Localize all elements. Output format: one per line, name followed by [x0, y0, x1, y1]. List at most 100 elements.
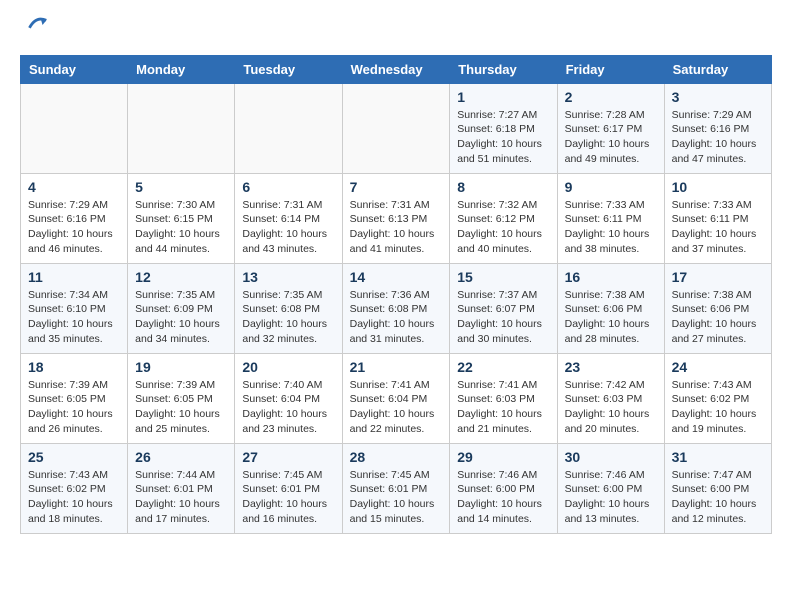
day-number: 21 — [350, 359, 443, 375]
header-day-friday: Friday — [557, 55, 664, 83]
calendar-cell: 28 Sunrise: 7:45 AM Sunset: 6:01 PM Dayli… — [342, 443, 450, 533]
day-info: Sunrise: 7:31 AM Sunset: 6:13 PM Dayligh… — [350, 198, 443, 257]
day-info: Sunrise: 7:38 AM Sunset: 6:06 PM Dayligh… — [565, 288, 657, 347]
day-number: 17 — [672, 269, 764, 285]
day-number: 28 — [350, 449, 443, 465]
day-info: Sunrise: 7:30 AM Sunset: 6:15 PM Dayligh… — [135, 198, 227, 257]
day-info: Sunrise: 7:32 AM Sunset: 6:12 PM Dayligh… — [457, 198, 549, 257]
day-info: Sunrise: 7:31 AM Sunset: 6:14 PM Dayligh… — [242, 198, 334, 257]
day-number: 25 — [28, 449, 120, 465]
day-number: 27 — [242, 449, 334, 465]
top-bar — [20, 20, 772, 45]
day-info: Sunrise: 7:46 AM Sunset: 6:00 PM Dayligh… — [565, 468, 657, 527]
header-day-sunday: Sunday — [21, 55, 128, 83]
header-row: SundayMondayTuesdayWednesdayThursdayFrid… — [21, 55, 772, 83]
calendar-cell: 21Sunrise: 7:41 AM Sunset: 6:04 PM Dayli… — [342, 353, 450, 443]
header-day-thursday: Thursday — [450, 55, 557, 83]
day-info: Sunrise: 7:43 AM Sunset: 6:02 PM Dayligh… — [28, 468, 120, 527]
day-number: 18 — [28, 359, 120, 375]
day-info: Sunrise: 7:39 AM Sunset: 6:05 PM Dayligh… — [135, 378, 227, 437]
calendar-cell: 4 Sunrise: 7:29 AM Sunset: 6:16 PM Daylig… — [21, 173, 128, 263]
calendar-cell: 24 Sunrise: 7:43 AM Sunset: 6:02 PM Dayli… — [664, 353, 771, 443]
logo — [20, 20, 50, 40]
calendar-cell: 30 Sunrise: 7:46 AM Sunset: 6:00 PM Dayli… — [557, 443, 664, 533]
day-number: 22 — [457, 359, 549, 375]
calendar-cell — [128, 83, 235, 173]
day-info: Sunrise: 7:43 AM Sunset: 6:02 PM Dayligh… — [672, 378, 764, 437]
day-number: 9 — [565, 179, 657, 195]
day-number: 8 — [457, 179, 549, 195]
header-day-tuesday: Tuesday — [235, 55, 342, 83]
week-row-4: 18 Sunrise: 7:39 AM Sunset: 6:05 PM Dayli… — [21, 353, 772, 443]
calendar-cell: 23 Sunrise: 7:42 AM Sunset: 6:03 PM Dayli… — [557, 353, 664, 443]
header-day-wednesday: Wednesday — [342, 55, 450, 83]
calendar-cell — [342, 83, 450, 173]
header-day-monday: Monday — [128, 55, 235, 83]
day-number: 2 — [565, 89, 657, 105]
day-number: 5 — [135, 179, 227, 195]
day-number: 12 — [135, 269, 227, 285]
calendar-cell: 26 Sunrise: 7:44 AM Sunset: 6:01 PM Dayli… — [128, 443, 235, 533]
day-number: 1 — [457, 89, 549, 105]
calendar-cell: 29 Sunrise: 7:46 AM Sunset: 6:00 PM Dayli… — [450, 443, 557, 533]
day-info: Sunrise: 7:37 AM Sunset: 6:07 PM Dayligh… — [457, 288, 549, 347]
day-info: Sunrise: 7:35 AM Sunset: 6:09 PM Dayligh… — [135, 288, 227, 347]
day-number: 11 — [28, 269, 120, 285]
calendar-cell: 8 Sunrise: 7:32 AM Sunset: 6:12 PM Daylig… — [450, 173, 557, 263]
day-number: 31 — [672, 449, 764, 465]
calendar-cell: 31 Sunrise: 7:47 AM Sunset: 6:00 PM Dayli… — [664, 443, 771, 533]
calendar-cell: 6Sunrise: 7:31 AM Sunset: 6:14 PM Daylig… — [235, 173, 342, 263]
day-number: 24 — [672, 359, 764, 375]
day-info: Sunrise: 7:35 AM Sunset: 6:08 PM Dayligh… — [242, 288, 334, 347]
calendar-cell: 25 Sunrise: 7:43 AM Sunset: 6:02 PM Dayli… — [21, 443, 128, 533]
week-row-5: 25 Sunrise: 7:43 AM Sunset: 6:02 PM Dayli… — [21, 443, 772, 533]
day-info: Sunrise: 7:38 AM Sunset: 6:06 PM Dayligh… — [672, 288, 764, 347]
calendar-cell: 10 Sunrise: 7:33 AM Sunset: 6:11 PM Dayli… — [664, 173, 771, 263]
day-number: 7 — [350, 179, 443, 195]
day-info: Sunrise: 7:33 AM Sunset: 6:11 PM Dayligh… — [672, 198, 764, 257]
calendar-cell: 18 Sunrise: 7:39 AM Sunset: 6:05 PM Dayli… — [21, 353, 128, 443]
day-info: Sunrise: 7:39 AM Sunset: 6:05 PM Dayligh… — [28, 378, 120, 437]
day-number: 10 — [672, 179, 764, 195]
day-number: 3 — [672, 89, 764, 105]
day-info: Sunrise: 7:41 AM Sunset: 6:03 PM Dayligh… — [457, 378, 549, 437]
calendar-cell: 3 Sunrise: 7:29 AM Sunset: 6:16 PM Daylig… — [664, 83, 771, 173]
day-number: 26 — [135, 449, 227, 465]
day-info: Sunrise: 7:28 AM Sunset: 6:17 PM Dayligh… — [565, 108, 657, 167]
day-number: 16 — [565, 269, 657, 285]
calendar-cell: 14Sunrise: 7:36 AM Sunset: 6:08 PM Dayli… — [342, 263, 450, 353]
day-number: 30 — [565, 449, 657, 465]
day-number: 4 — [28, 179, 120, 195]
calendar-cell: 11Sunrise: 7:34 AM Sunset: 6:10 PM Dayli… — [21, 263, 128, 353]
day-number: 14 — [350, 269, 443, 285]
day-number: 15 — [457, 269, 549, 285]
day-info: Sunrise: 7:29 AM Sunset: 6:16 PM Dayligh… — [28, 198, 120, 257]
week-row-1: 1 Sunrise: 7:27 AM Sunset: 6:18 PM Daylig… — [21, 83, 772, 173]
day-info: Sunrise: 7:46 AM Sunset: 6:00 PM Dayligh… — [457, 468, 549, 527]
calendar-cell: 12 Sunrise: 7:35 AM Sunset: 6:09 PM Dayli… — [128, 263, 235, 353]
day-info: Sunrise: 7:42 AM Sunset: 6:03 PM Dayligh… — [565, 378, 657, 437]
day-info: Sunrise: 7:44 AM Sunset: 6:01 PM Dayligh… — [135, 468, 227, 527]
calendar-cell: 5 Sunrise: 7:30 AM Sunset: 6:15 PM Daylig… — [128, 173, 235, 263]
day-info: Sunrise: 7:45 AM Sunset: 6:01 PM Dayligh… — [242, 468, 334, 527]
day-info: Sunrise: 7:29 AM Sunset: 6:16 PM Dayligh… — [672, 108, 764, 167]
calendar-cell: 15 Sunrise: 7:37 AM Sunset: 6:07 PM Dayli… — [450, 263, 557, 353]
calendar-cell: 2 Sunrise: 7:28 AM Sunset: 6:17 PM Daylig… — [557, 83, 664, 173]
day-info: Sunrise: 7:27 AM Sunset: 6:18 PM Dayligh… — [457, 108, 549, 167]
day-number: 19 — [135, 359, 227, 375]
calendar-cell — [235, 83, 342, 173]
calendar-cell: 1 Sunrise: 7:27 AM Sunset: 6:18 PM Daylig… — [450, 83, 557, 173]
day-number: 20 — [242, 359, 334, 375]
calendar-cell: 9 Sunrise: 7:33 AM Sunset: 6:11 PM Daylig… — [557, 173, 664, 263]
day-info: Sunrise: 7:47 AM Sunset: 6:00 PM Dayligh… — [672, 468, 764, 527]
day-info: Sunrise: 7:45 AM Sunset: 6:01 PM Dayligh… — [350, 468, 443, 527]
day-number: 13 — [242, 269, 334, 285]
calendar-cell: 27 Sunrise: 7:45 AM Sunset: 6:01 PM Dayli… — [235, 443, 342, 533]
calendar-cell — [21, 83, 128, 173]
day-info: Sunrise: 7:40 AM Sunset: 6:04 PM Dayligh… — [242, 378, 334, 437]
day-number: 23 — [565, 359, 657, 375]
calendar-table: SundayMondayTuesdayWednesdayThursdayFrid… — [20, 55, 772, 534]
logo-icon — [22, 11, 50, 39]
day-info: Sunrise: 7:33 AM Sunset: 6:11 PM Dayligh… — [565, 198, 657, 257]
day-number: 29 — [457, 449, 549, 465]
